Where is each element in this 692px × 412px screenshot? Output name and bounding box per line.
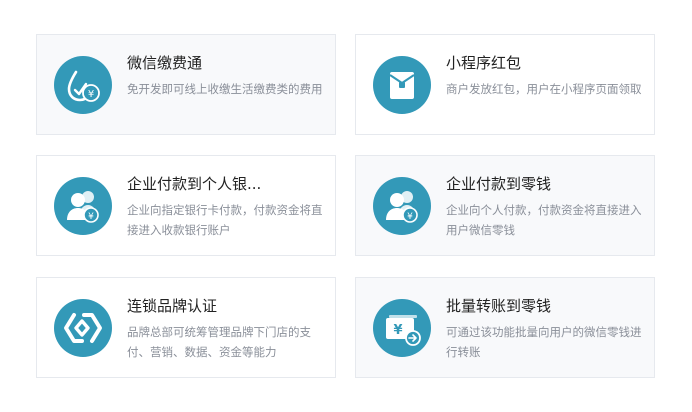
card-description: 免开发即可线上收缴生活缴费类的费用: [127, 82, 323, 96]
chain-link-icon: [54, 299, 112, 357]
product-grid: ¥ 微信缴费通 免开发即可线上收缴生活缴费类的费用 小程序红包 商户发放红包，用…: [0, 0, 692, 412]
card-title: 连锁品牌认证: [127, 297, 218, 315]
card-enterprise-pay-to-bank[interactable]: ¥ 企业付款到个人银... 企业向指定银行卡付款，付款资金将直接进入收款银行账户: [36, 155, 336, 256]
card-enterprise-pay-to-balance[interactable]: ¥ 企业付款到零钱 企业向个人付款，付款资金将直接进入用户微信零钱: [355, 155, 655, 256]
batch-transfer-icon: ¥: [373, 299, 431, 357]
card-chain-brand-certification[interactable]: 连锁品牌认证 品牌总部可统筹管理品牌下门店的支付、营销、数据、资金等能力: [36, 277, 336, 378]
svg-text:¥: ¥: [407, 212, 413, 222]
card-description: 可通过该功能批量向用户的微信零钱进行转账: [446, 325, 642, 359]
users-payment-icon: ¥: [54, 177, 112, 235]
card-description: 商户发放红包，用户在小程序页面领取: [446, 82, 642, 96]
svg-text:¥: ¥: [88, 89, 94, 100]
card-description: 企业向个人付款，付款资金将直接进入用户微信零钱: [446, 203, 642, 237]
card-mini-program-red-packet[interactable]: 小程序红包 商户发放红包，用户在小程序页面领取: [355, 34, 655, 135]
svg-text:¥: ¥: [393, 323, 402, 338]
card-title: 企业付款到零钱: [446, 175, 552, 193]
svg-text:¥: ¥: [88, 212, 94, 222]
card-title: 小程序红包: [446, 54, 522, 72]
card-title: 微信缴费通: [127, 54, 203, 72]
card-description: 品牌总部可统筹管理品牌下门店的支付、营销、数据、资金等能力: [127, 325, 311, 359]
payment-water-drop-icon: ¥: [54, 56, 112, 114]
card-wechat-bill-pay[interactable]: ¥ 微信缴费通 免开发即可线上收缴生活缴费类的费用: [36, 34, 336, 135]
card-description: 企业向指定银行卡付款，付款资金将直接进入收款银行账户: [127, 203, 323, 237]
red-envelope-icon: [373, 56, 431, 114]
card-title: 企业付款到个人银...: [127, 175, 262, 193]
card-batch-transfer-to-balance[interactable]: ¥ 批量转账到零钱 可通过该功能批量向用户的微信零钱进行转账: [355, 277, 655, 378]
users-payment-icon: ¥: [373, 177, 431, 235]
card-title: 批量转账到零钱: [446, 297, 552, 315]
